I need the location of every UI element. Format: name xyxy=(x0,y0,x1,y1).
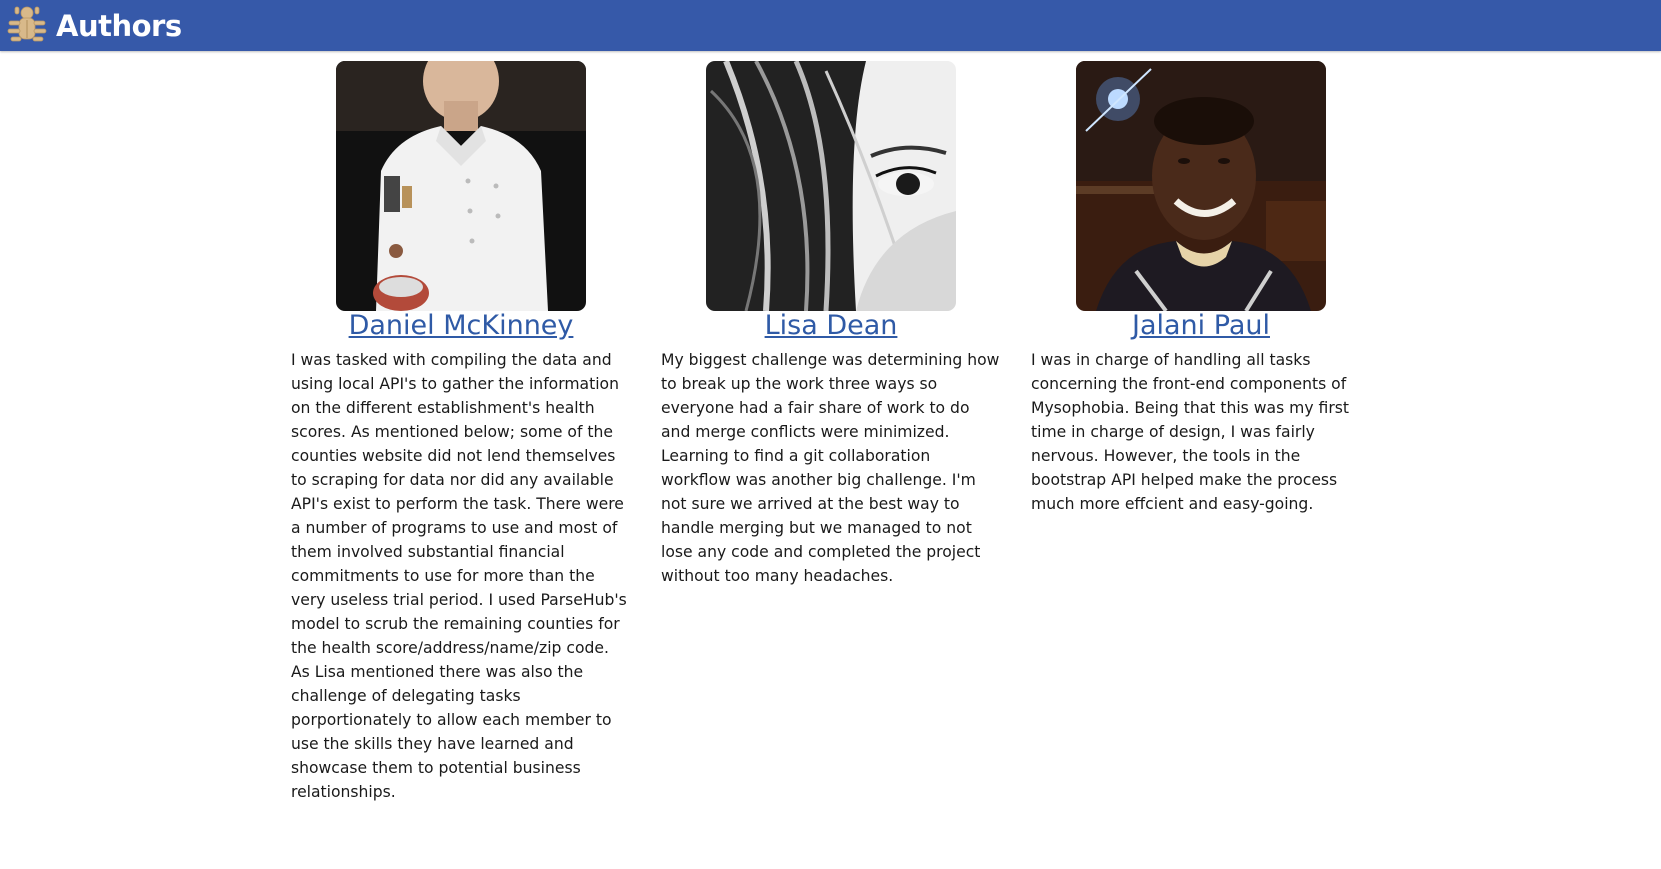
author-name-link[interactable]: Jalani Paul xyxy=(1031,309,1371,343)
author-bio: My biggest challenge was determining how… xyxy=(661,351,1000,585)
author-bio: I was tasked with compiling the data and… xyxy=(291,351,627,801)
chef-portrait-image xyxy=(336,61,586,311)
header-bar: Authors xyxy=(0,0,1661,51)
author-photo xyxy=(706,61,956,311)
author-photo xyxy=(336,61,586,311)
author-bio: I was in charge of handling all tasks co… xyxy=(1031,351,1350,513)
author-name-link[interactable]: Daniel McKinney xyxy=(291,309,631,343)
night-selfie-portrait-image xyxy=(1076,61,1326,311)
author-photo xyxy=(1076,61,1326,311)
page-title[interactable]: Authors xyxy=(56,9,182,43)
author-name-link[interactable]: Lisa Dean xyxy=(661,309,1001,343)
black-white-eye-portrait-image xyxy=(706,61,956,311)
bug-logo-icon[interactable] xyxy=(6,4,48,46)
